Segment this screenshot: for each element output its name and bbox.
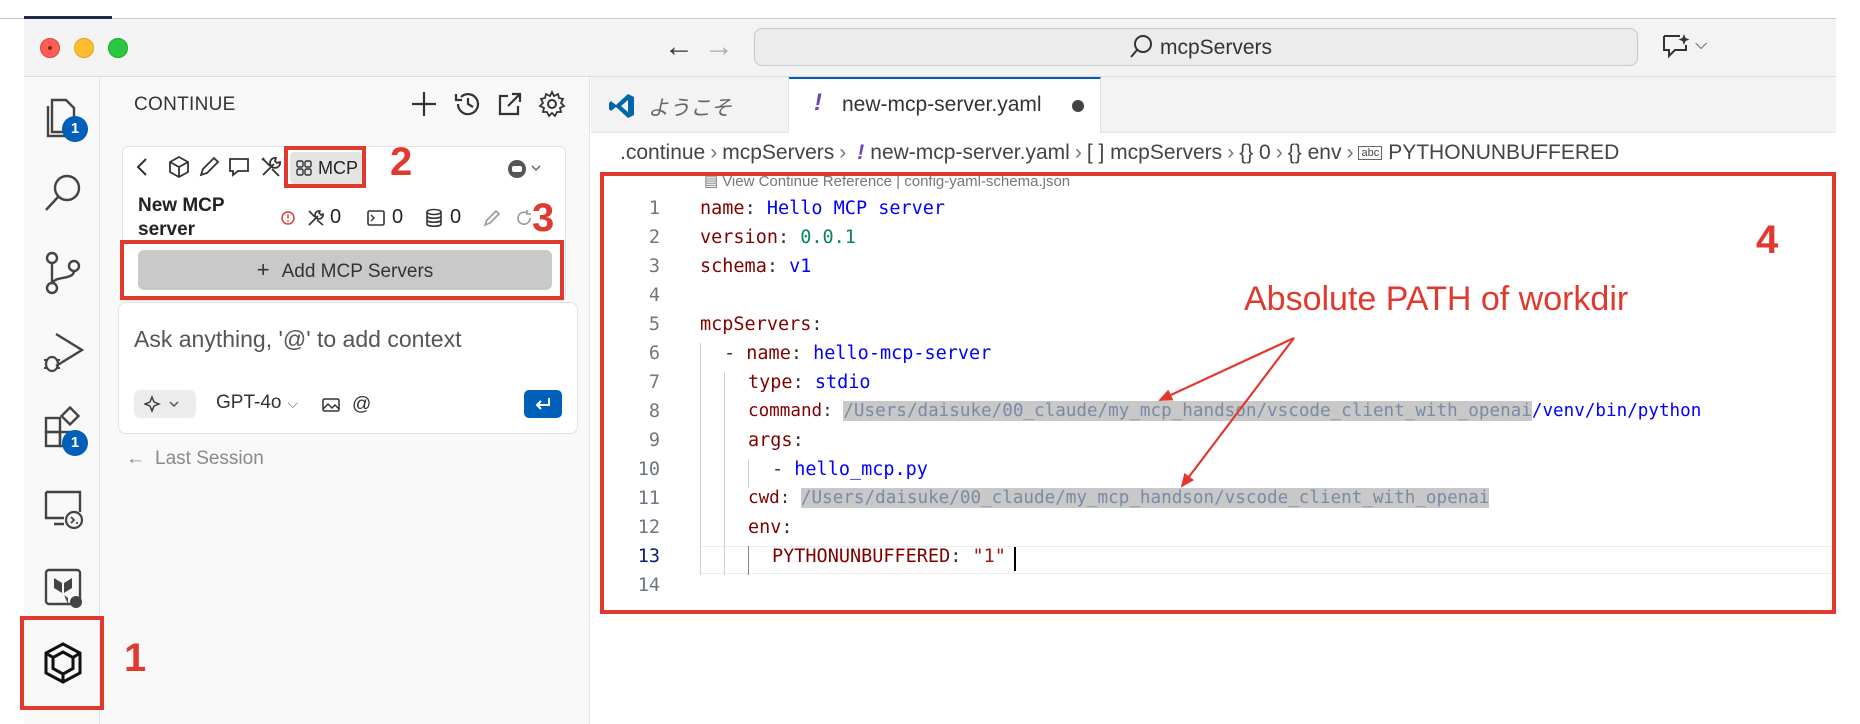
- copilot-chat-icon[interactable]: [1660, 32, 1692, 60]
- status-error-icon: [281, 211, 295, 225]
- terraform-icon[interactable]: [40, 564, 86, 610]
- chevron-right-icon: ›: [1346, 141, 1354, 164]
- arrow-left-icon: ←: [126, 448, 145, 469]
- extensions-badge: 1: [62, 430, 88, 456]
- breadcrumb-item[interactable]: PYTHONUNBUFFERED: [1388, 141, 1619, 164]
- sparkle-icon: [144, 395, 179, 413]
- minimize-window-button[interactable]: [74, 38, 94, 58]
- history-icon[interactable]: [452, 88, 484, 120]
- annotation-number-2: 2: [390, 140, 413, 184]
- maximize-window-button[interactable]: [108, 38, 128, 58]
- refresh-icon[interactable]: [514, 208, 534, 228]
- source-control-icon[interactable]: [40, 250, 86, 296]
- annotation-number-4: 4: [1756, 218, 1779, 262]
- open-in-editor-icon[interactable]: [494, 88, 526, 120]
- chevron-left-icon[interactable]: [130, 154, 156, 180]
- chevron-down-icon[interactable]: ⌵: [1695, 36, 1707, 54]
- models-cube-icon[interactable]: [166, 154, 192, 180]
- chevron-right-icon: ›: [1275, 141, 1283, 164]
- image-attach-icon[interactable]: [320, 394, 342, 416]
- database-icon: [426, 208, 442, 228]
- mode-selector[interactable]: [134, 390, 196, 418]
- sidebar-title: CONTINUE: [134, 94, 236, 115]
- annotation-box-3: [120, 240, 564, 300]
- breadcrumb: .continue › mcpServers ›! new-mcp-server.yam…: [620, 141, 1619, 165]
- chevron-right-icon: ›: [1227, 141, 1235, 164]
- submit-button[interactable]: [524, 390, 562, 418]
- chat-input-placeholder: Ask anything, '@' to add context: [134, 326, 462, 352]
- chevron-right-icon: ›: [710, 141, 718, 164]
- assistant-selector-icon[interactable]: [506, 158, 544, 180]
- run-debug-icon[interactable]: [40, 328, 86, 374]
- gear-icon[interactable]: [536, 88, 568, 120]
- forward-arrow-icon[interactable]: →: [704, 30, 734, 64]
- annotation-number-1: 1: [124, 636, 147, 680]
- prompts-count: 0: [392, 206, 404, 228]
- screenshot-stage: ← → mcpServers ⌵ 1 1 CONTINUE MCP New MC…: [0, 0, 1860, 724]
- remote-explorer-icon[interactable]: [40, 486, 86, 532]
- enter-icon: [535, 398, 550, 410]
- close-window-button[interactable]: [40, 38, 60, 58]
- annotation-number-3: 3: [532, 196, 555, 240]
- chevron-right-icon: ›: [839, 141, 847, 164]
- model-label: GPT-4o: [216, 392, 282, 413]
- new-session-icon[interactable]: [408, 88, 440, 120]
- last-session-link[interactable]: ← Last Session: [126, 448, 264, 470]
- edit-icon[interactable]: [482, 208, 502, 228]
- model-selector[interactable]: GPT-4o ⌵: [216, 392, 298, 414]
- annotation-note: Absolute PATH of workdir: [1244, 280, 1629, 318]
- breadcrumb-item[interactable]: {} env: [1288, 141, 1342, 164]
- pencil-icon[interactable]: [196, 154, 222, 180]
- resources-count: 0: [450, 206, 462, 228]
- search-icon[interactable]: [40, 170, 86, 216]
- last-session-label: Last Session: [155, 448, 264, 469]
- string-symbol-icon: abc: [1358, 146, 1383, 160]
- tab-new-mcp-server-yaml-label: new-mcp-server.yaml: [842, 93, 1042, 116]
- breadcrumb-item[interactable]: {} 0: [1239, 141, 1271, 164]
- tools-icon: [308, 210, 324, 226]
- modified-dot-icon[interactable]: [1072, 100, 1084, 112]
- annotation-box-4: [600, 172, 1836, 614]
- mcp-server-name: New MCP server: [138, 195, 225, 240]
- search-icon: [1130, 35, 1152, 58]
- tools-icon[interactable]: [258, 154, 284, 180]
- breadcrumb-item[interactable]: .continue: [620, 141, 705, 164]
- annotation-box-2: [284, 146, 366, 188]
- vscode-logo-icon: [609, 94, 634, 118]
- chevron-down-icon: ⌵: [287, 395, 299, 411]
- at-mention-icon[interactable]: @: [352, 394, 374, 416]
- annotation-box-1: [20, 616, 104, 710]
- tools-count: 0: [330, 206, 342, 228]
- command-center-text: mcpServers: [1160, 36, 1273, 59]
- breadcrumb-item[interactable]: new-mcp-server.yaml: [870, 141, 1070, 164]
- breadcrumb-item[interactable]: [ ] mcpServers: [1087, 141, 1222, 164]
- chevron-right-icon: ›: [1074, 141, 1082, 164]
- explorer-badge: 1: [62, 116, 88, 142]
- back-arrow-icon[interactable]: ←: [664, 30, 694, 64]
- tab-welcome-label: ようこそ: [648, 97, 732, 120]
- yaml-file-icon: !: [857, 141, 865, 164]
- chat-bubble-icon[interactable]: [226, 154, 252, 180]
- breadcrumb-item[interactable]: mcpServers: [722, 141, 834, 164]
- yaml-file-icon: !: [814, 89, 822, 116]
- prompt-icon: [367, 210, 385, 226]
